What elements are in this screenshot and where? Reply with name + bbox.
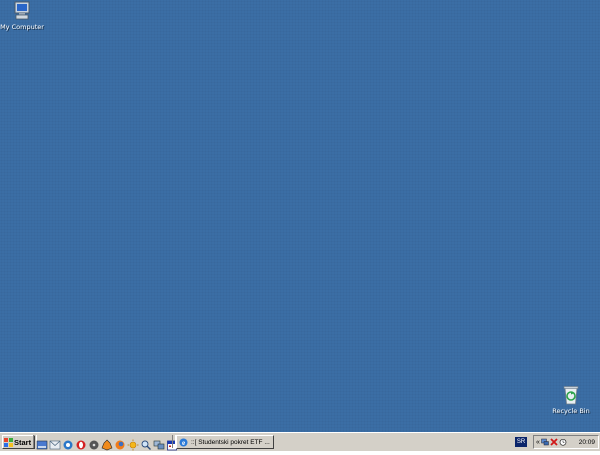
taskbar-window-title: ::[ Studentski pokret ETF ...: [191, 438, 270, 446]
taskbar-window-button[interactable]: e ::[ Studentski pokret ETF ...: [176, 435, 274, 449]
start-label: Start: [14, 437, 32, 447]
alarm-tray-icon[interactable]: [559, 438, 567, 446]
network-icon[interactable]: [153, 436, 165, 450]
show-desktop-icon[interactable]: [36, 436, 48, 450]
media-player-icon[interactable]: [88, 436, 100, 450]
search-icon[interactable]: [140, 436, 152, 450]
desktop-icon-recycle-bin[interactable]: Recycle Bin: [541, 384, 600, 415]
messenger-icon[interactable]: [62, 436, 74, 450]
language-indicator[interactable]: SR: [515, 437, 527, 447]
outlook-express-icon[interactable]: [49, 436, 61, 450]
desktop: My Computer Recycle Bin: [0, 0, 600, 432]
opera-icon[interactable]: [75, 436, 87, 450]
tray-clock[interactable]: 20:09: [579, 439, 595, 446]
sun-icon[interactable]: [127, 436, 139, 451]
svg-text:e: e: [182, 439, 185, 447]
start-button[interactable]: Start: [2, 435, 35, 449]
antivirus-tray-icon[interactable]: [550, 438, 558, 446]
quick-launch-bar: [36, 436, 178, 451]
internet-explorer-icon: e: [179, 438, 188, 447]
desktop-icon-label: Recycle Bin: [552, 407, 590, 415]
firefox-icon[interactable]: [114, 436, 126, 450]
windows-logo-icon: [4, 437, 13, 447]
my-computer-icon: [10, 0, 34, 22]
system-tray: « 20:09: [533, 435, 599, 449]
winamp-icon[interactable]: [101, 436, 113, 451]
network-tray-icon[interactable]: [541, 438, 549, 446]
tray-expand-chevron-icon[interactable]: «: [536, 439, 540, 446]
recycle-bin-icon: [559, 384, 583, 406]
desktop-icon-label: My Computer: [0, 23, 44, 31]
desktop-icon-my-computer[interactable]: My Computer: [0, 0, 52, 31]
taskbar: Start e::[Studentski pokret ETF ... SR…: [0, 432, 600, 451]
